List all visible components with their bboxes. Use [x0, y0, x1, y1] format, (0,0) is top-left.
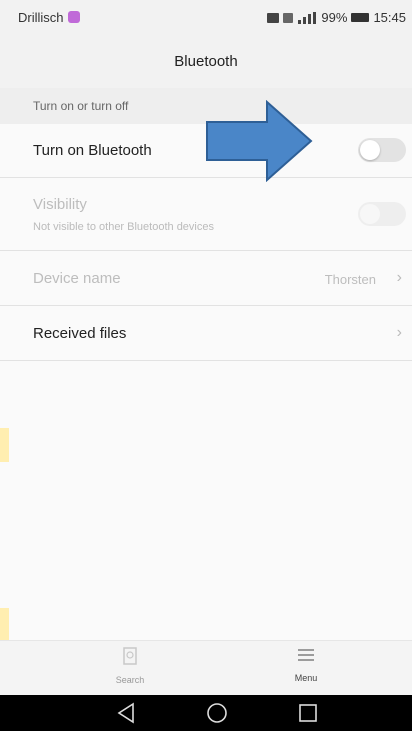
- notification-icon: [267, 12, 280, 23]
- highlight-mark: [0, 428, 9, 462]
- menu-label: Menu: [294, 673, 318, 683]
- status-indicators: 99% 15:45: [267, 10, 406, 25]
- page-title: Bluetooth: [174, 53, 238, 70]
- back-icon[interactable]: [116, 702, 136, 724]
- search-button[interactable]: Search: [80, 647, 180, 685]
- device-name-value: Thorsten: [324, 272, 376, 287]
- visibility-row: Visibility Not visible to other Bluetoot…: [0, 178, 412, 251]
- battery-icon: [351, 13, 370, 22]
- system-nav-bar: [0, 695, 412, 731]
- chevron-right-icon: ›: [396, 324, 402, 341]
- home-icon[interactable]: [206, 702, 228, 724]
- switch-knob: [360, 204, 380, 224]
- search-label: Search: [115, 675, 145, 685]
- bluetooth-toggle-label: Turn on Bluetooth: [33, 142, 152, 159]
- vibrate-icon: [283, 12, 294, 23]
- recents-icon[interactable]: [298, 702, 318, 724]
- visibility-subtitle: Not visible to other Bluetooth devices: [33, 221, 214, 233]
- chevron-right-icon: ›: [396, 269, 402, 286]
- carrier-label: Drillisch: [18, 10, 80, 25]
- annotation-arrow-icon: [206, 100, 313, 182]
- menu-button[interactable]: Menu: [256, 647, 356, 683]
- clock: 15:45: [373, 10, 406, 25]
- signal-4g-icon: [298, 11, 317, 24]
- search-devices-icon: [123, 647, 137, 665]
- visibility-switch: [358, 202, 406, 226]
- section-label: Turn on or turn off: [33, 99, 129, 113]
- status-bar: Drillisch 99% 15:45: [0, 0, 412, 36]
- carrier-app-icon: [67, 11, 80, 23]
- battery-percent: 99%: [321, 10, 348, 25]
- device-name-row: Device name Thorsten ›: [0, 251, 412, 306]
- bottom-action-bar: Search Menu: [0, 640, 412, 696]
- received-files-label: Received files: [33, 325, 127, 342]
- switch-knob: [360, 140, 380, 160]
- bluetooth-switch[interactable]: [358, 138, 406, 162]
- menu-icon: [298, 649, 314, 661]
- title-bar: Bluetooth: [0, 36, 412, 88]
- device-name-label: Device name: [33, 270, 121, 287]
- carrier-name: Drillisch: [18, 10, 64, 25]
- received-files-row[interactable]: Received files ›: [0, 306, 412, 361]
- visibility-label: Visibility: [33, 196, 87, 213]
